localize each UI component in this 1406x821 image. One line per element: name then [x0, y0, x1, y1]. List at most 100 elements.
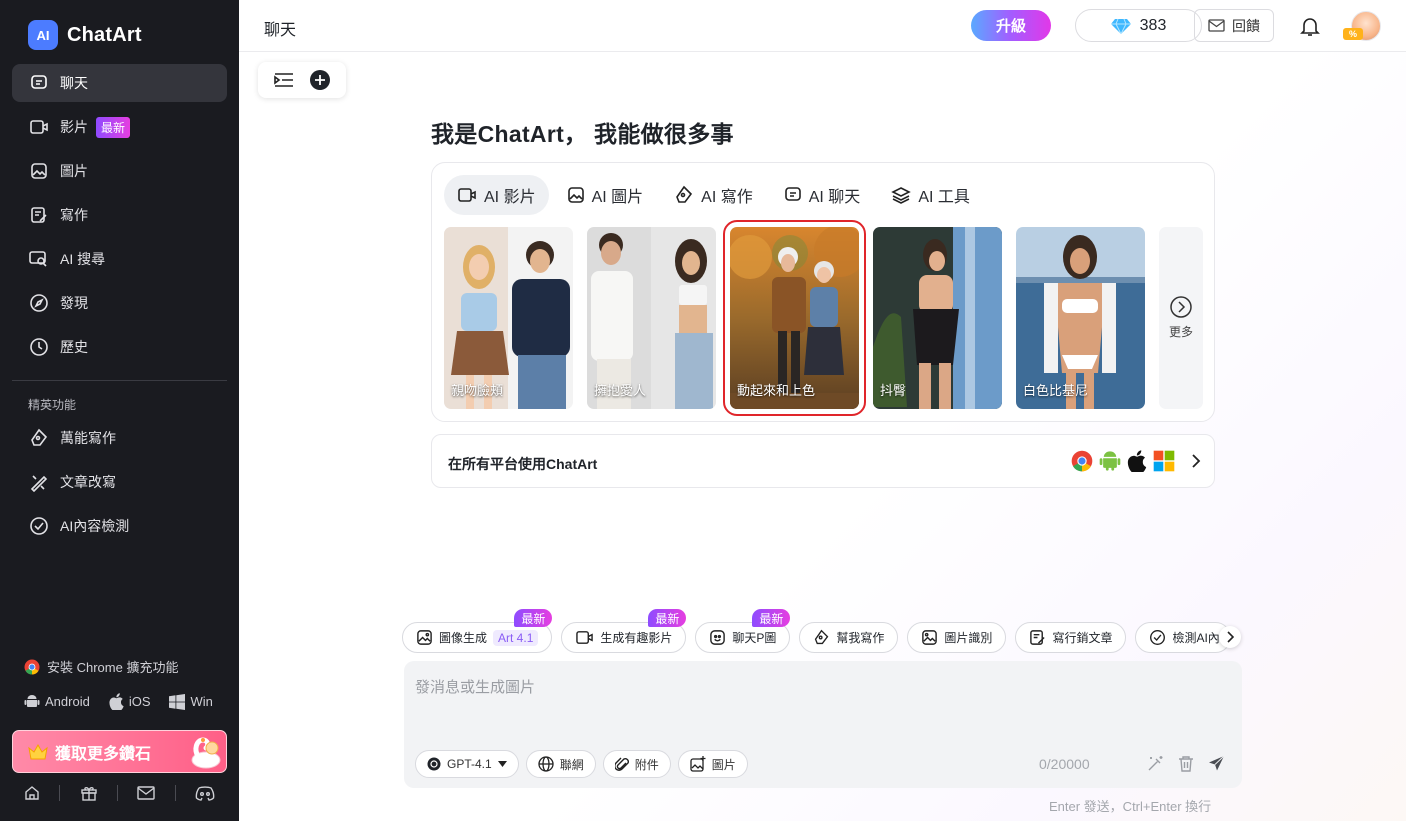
sidebar-item-discover[interactable]: 發現	[12, 284, 227, 322]
page-title: 聊天	[264, 22, 297, 39]
card-label: 擁抱愛人	[594, 383, 647, 398]
trash-icon[interactable]	[1178, 755, 1194, 772]
chip-ai-detect[interactable]: 檢測AI內	[1135, 622, 1232, 653]
chrome-icon	[24, 659, 40, 675]
sidebar-item-label: 聊天	[60, 75, 88, 91]
sidebar-item-label: 文章改寫	[60, 474, 116, 490]
app-name: ChatArt	[67, 23, 142, 46]
diamond-icon	[1110, 18, 1131, 34]
sidebar-item-universal-writing[interactable]: 萬能寫作	[12, 419, 227, 457]
attachment-button[interactable]: 附件	[602, 750, 671, 778]
chip-chat-photo-edit[interactable]: 最新 聊天P圖	[695, 609, 791, 653]
tab-ai-chat[interactable]: AI 聊天	[771, 175, 874, 215]
pen-icon	[813, 629, 830, 646]
feedback-button[interactable]: 回饋	[1194, 9, 1274, 42]
sidebar-item-label: 寫作	[60, 207, 88, 223]
composer-actions	[1147, 755, 1225, 772]
logo-icon: AI	[28, 20, 58, 50]
chips-scroll-right-button[interactable]	[1219, 626, 1241, 648]
chip-label: 圖片識別	[944, 631, 993, 645]
chip-image-recognition[interactable]: 圖片識別	[907, 622, 1007, 653]
diamond-balance[interactable]: 383	[1075, 9, 1202, 42]
platform-android[interactable]: Android	[45, 694, 90, 709]
upgrade-button[interactable]: 升級	[971, 10, 1051, 41]
tab-ai-image[interactable]: AI 圖片	[554, 175, 657, 215]
template-card-twerk[interactable]: 抖臀	[873, 227, 1002, 409]
tab-ai-tools[interactable]: AI 工具	[878, 175, 983, 215]
sidebar-toggle-icon[interactable]	[274, 72, 294, 88]
sidebar-item-chat[interactable]: 聊天	[12, 64, 227, 102]
chip-image-generation[interactable]: 最新 圖像生成 Art 4.1	[402, 609, 553, 653]
feedback-label: 回饋	[1232, 17, 1260, 34]
new-chat-button[interactable]	[310, 70, 330, 90]
message-input[interactable]	[415, 679, 1015, 696]
tab-label: AI 聊天	[808, 189, 861, 206]
sidebar-item-video[interactable]: 影片 最新	[12, 108, 227, 146]
logo[interactable]: AI ChatArt	[28, 20, 142, 50]
sidebar-item-image[interactable]: 圖片	[12, 152, 227, 190]
compass-icon	[29, 293, 49, 313]
gift-icon[interactable]	[80, 785, 98, 801]
chat-icon	[784, 186, 802, 204]
pen-icon	[29, 428, 49, 448]
chat-toolbox	[258, 62, 346, 98]
composer-tools: GPT-4.1 聯網 附件 圖片	[415, 750, 748, 778]
model-tag: Art 4.1	[493, 629, 539, 646]
sidebar-item-rewrite[interactable]: 文章改寫	[12, 463, 227, 501]
tab-ai-writing[interactable]: AI 寫作	[661, 175, 766, 215]
paperclip-icon	[614, 756, 629, 773]
windows-icon	[169, 693, 186, 710]
bell-icon[interactable]	[1300, 15, 1320, 37]
image-add-icon	[690, 756, 706, 772]
discount-tag-icon: %	[1343, 28, 1363, 40]
chip-help-write[interactable]: 幫我寫作	[799, 622, 899, 653]
chip-label: 圖像生成	[439, 631, 488, 645]
video-icon	[575, 629, 594, 646]
tab-ai-video[interactable]: AI 影片	[444, 175, 549, 215]
template-card-kiss-cheek[interactable]: 親吻臉頰	[444, 227, 573, 409]
discord-icon[interactable]	[195, 785, 215, 801]
video-icon	[29, 117, 49, 137]
chip-label: 幫我寫作	[836, 631, 885, 645]
template-card-hug-lover[interactable]: 擁抱愛人	[587, 227, 716, 409]
image-icon	[567, 186, 585, 204]
sidebar-item-history[interactable]: 歷史	[12, 328, 227, 366]
card-label: 抖臀	[880, 383, 907, 398]
chevron-right-circle-icon	[1170, 296, 1192, 318]
image-icon	[29, 161, 49, 181]
crown-icon	[27, 743, 49, 761]
send-icon[interactable]	[1208, 755, 1225, 772]
check-circle-icon	[29, 516, 49, 536]
sidebar-item-ai-search[interactable]: AI 搜尋	[12, 240, 227, 278]
chat-icon	[29, 73, 49, 93]
apple-icon	[109, 693, 124, 710]
sidebar-item-ai-detect[interactable]: AI內容檢測	[12, 507, 227, 545]
image-upload-button[interactable]: 圖片	[677, 750, 748, 778]
sidebar-item-write[interactable]: 寫作	[12, 196, 227, 234]
platform-ios[interactable]: iOS	[129, 694, 151, 709]
web-search-toggle[interactable]: 聯網	[525, 750, 596, 778]
magic-wand-icon[interactable]	[1147, 755, 1164, 772]
get-more-diamonds-button[interactable]: 獲取更多鑽石	[12, 730, 227, 773]
template-card-white-bikini[interactable]: 白色比基尼	[1016, 227, 1145, 409]
image-gen-icon	[416, 629, 433, 646]
feature-tabs: AI 影片 AI 圖片 AI 寫作 AI 聊天 AI 工具	[444, 175, 988, 215]
new-badge: 最新	[96, 116, 131, 138]
model-selector[interactable]: GPT-4.1	[415, 750, 519, 778]
card-label: 白色比基尼	[1023, 383, 1089, 398]
chrome-extension-link[interactable]: 安裝 Chrome 擴充功能	[24, 657, 178, 676]
template-card-animate-colorize[interactable]: 動起來和上色	[723, 220, 866, 416]
platform-win[interactable]: Win	[190, 694, 212, 709]
history-icon	[29, 337, 49, 357]
chrome-icon	[1071, 450, 1093, 472]
chip-marketing-article[interactable]: 寫行銷文章	[1015, 622, 1127, 653]
welcome-headline: 我是ChatArt， 我能做很多事	[431, 121, 734, 147]
tab-label: AI 圖片	[591, 189, 644, 206]
home-icon[interactable]	[24, 785, 40, 801]
sidebar-item-label: 發現	[60, 295, 88, 311]
mail-icon[interactable]	[137, 786, 156, 800]
top-header: 聊天 升級 383 回饋 %	[239, 0, 1406, 52]
chip-fun-video[interactable]: 最新 生成有趣影片	[561, 609, 687, 653]
all-platforms-bar[interactable]: 在所有平台使用ChatArt	[431, 434, 1215, 488]
more-templates-button[interactable]: 更多	[1159, 227, 1203, 409]
